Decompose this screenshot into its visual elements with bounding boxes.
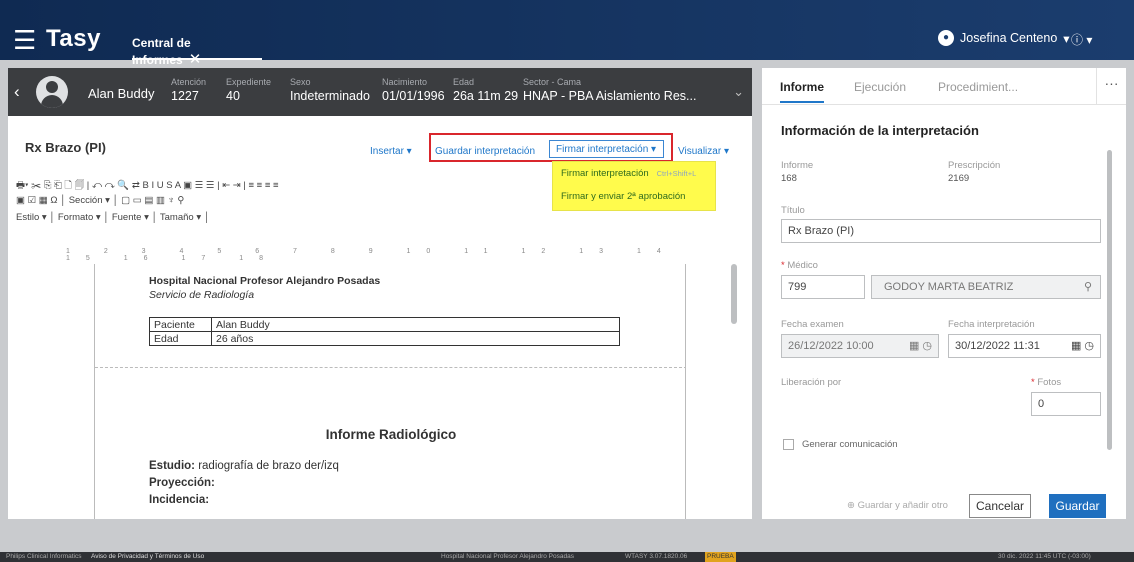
tab-central-de-informes[interactable]: Central de Informes ✕: [124, 22, 262, 68]
document-page[interactable]: Hospital Nacional Profesor Alejandro Pos…: [94, 264, 686, 519]
right-tabs: Informe Ejecución Procedimient... ···: [762, 68, 1126, 105]
informe-value: 168: [781, 173, 797, 184]
save-button[interactable]: Guardar: [1049, 494, 1106, 518]
scrollbar[interactable]: [1107, 150, 1112, 450]
fotos-label: * Fotos: [1031, 377, 1062, 388]
patient-bar: ‹ Alan Buddy Atención 1227 Expediente 40 S…: [8, 68, 752, 116]
footer-company: Philips Clinical Informatics: [6, 553, 82, 560]
footer: Philips Clinical Informatics Aviso de Pr…: [0, 552, 1134, 562]
menu-item-firmar-enviar[interactable]: Firmar y enviar 2ª aprobación: [561, 191, 707, 202]
top-bar: ☰ Tasy Central de Informes ✕ ● Josefina Ce…: [0, 0, 1134, 68]
fecha-interpretacion-label: Fecha interpretación: [948, 319, 1035, 330]
field-sexo: Sexo Indeterminado: [290, 77, 370, 103]
field-nacimiento: Nacimiento 01/01/1996: [382, 77, 445, 103]
patient-name: Alan Buddy: [88, 86, 155, 101]
fotos-input[interactable]: 0: [1031, 392, 1101, 416]
generar-comunicacion-checkbox[interactable]: [783, 439, 794, 450]
search-icon[interactable]: ⚲: [1084, 280, 1092, 293]
field-sector-cama: Sector - Cama HNAP - PBA Aislamiento Res.…: [523, 77, 697, 103]
hospital-name: Hospital Nacional Profesor Alejandro Pos…: [149, 275, 381, 287]
field-expediente: Expediente 40: [226, 77, 272, 103]
titulo-input[interactable]: Rx Brazo (PI): [781, 219, 1101, 243]
table-row: Paciente Alan Buddy: [149, 317, 620, 332]
divider: [95, 367, 685, 368]
table-row: Edad 26 años: [149, 331, 620, 346]
field-atencion: Atención 1227: [171, 77, 207, 103]
calendar-clock-icon: ▦ ◷: [908, 340, 932, 352]
right-panel: Informe Ejecución Procedimient... ··· In…: [762, 68, 1126, 519]
avatar: [36, 76, 68, 108]
toolbar-row-3[interactable]: Estilo ▾ │ Formato ▾ │ Fuente ▾ │ Tamaño…: [16, 212, 279, 226]
scrollbar[interactable]: [731, 264, 737, 324]
medico-name-field: GODOY MARTA BEATRIZ ⚲: [871, 275, 1101, 299]
more-icon[interactable]: ···: [1096, 68, 1126, 105]
user-menu[interactable]: ● Josefina Centeno ▾: [938, 30, 1070, 46]
report-heading: Informe Radiológico: [325, 427, 457, 442]
toolbar-row-1[interactable]: 🖶▾ ✂ ⎘ ⎗ 🗋 🗐 | ↶ ↷ 🔍 ⇄ B I U S A ▣ ☰ ☰ |…: [16, 178, 279, 192]
chevron-down-icon: ▾: [1063, 31, 1070, 46]
fecha-examen-label: Fecha examen: [781, 319, 844, 330]
medico-code-input[interactable]: 799: [781, 275, 865, 299]
section-title: Información de la interpretación: [781, 123, 979, 138]
report-body: Estudio: radiografía de brazo der/izq Pr…: [149, 460, 339, 506]
info-icon[interactable]: ⓘ ▾: [1071, 31, 1092, 48]
hamburger-menu-icon[interactable]: ☰: [13, 27, 36, 53]
menu-item-firmar[interactable]: Firmar interpretación Ctrl+Shift+L: [561, 168, 707, 179]
fecha-examen-input: 26/12/2022 10:00 ▦ ◷: [781, 334, 939, 358]
back-icon[interactable]: ‹: [14, 82, 20, 102]
fecha-interpretacion-input[interactable]: 30/12/2022 11:31 ▦ ◷: [948, 334, 1101, 358]
tab-procedimiento[interactable]: Procedimient...: [938, 80, 1018, 94]
medico-label: * Médico: [781, 260, 818, 271]
prescripcion-value: 2169: [948, 173, 970, 184]
tab-informe[interactable]: Informe: [780, 80, 825, 103]
tab-ejecucion[interactable]: Ejecución: [854, 80, 906, 94]
close-tab-icon[interactable]: ✕: [189, 51, 202, 68]
privacy-link[interactable]: Aviso de Privacidad y Términos de Uso: [91, 552, 204, 562]
footer-version: WTASY 3.07.1820.06: [625, 553, 688, 560]
expand-icon[interactable]: ⌄: [733, 84, 744, 100]
user-name: Josefina Centeno: [960, 31, 1058, 45]
field-edad: Edad 26a 11m 29: [453, 77, 519, 103]
report-title: Rx Brazo (PI): [25, 140, 106, 155]
titulo-label: Título: [781, 205, 805, 216]
guardar-interpretacion-button[interactable]: Guardar interpretación: [435, 146, 535, 157]
liberacion-label: Liberación por: [781, 377, 842, 388]
generar-comunicacion-label: Generar comunicación: [802, 439, 898, 450]
calendar-clock-icon: ▦ ◷: [1070, 340, 1094, 352]
informe-label: Informe: [781, 160, 814, 171]
app-logo: Tasy: [46, 25, 101, 52]
guardar-anadir-button[interactable]: ⊕ Guardar y añadir otro: [847, 500, 948, 511]
footer-datetime: 30 dic. 2022 11:45 UTC (-03:00): [998, 553, 1091, 560]
firmar-interpretacion-button[interactable]: Firmar interpretación ▾: [549, 140, 664, 158]
editor-panel: Rx Brazo (PI) Insertar ▾ Guardar interpr…: [8, 116, 752, 519]
environment-badge: PRUEBA: [705, 552, 736, 562]
prescripcion-label: Prescripción: [948, 160, 1001, 171]
user-icon: ●: [938, 30, 954, 46]
toolbar-row-2[interactable]: ▣ ☑ ▦ Ω │ Sección ▾ │ ▢ ▭ ▤ ▥ ♆ ⚲: [16, 195, 279, 209]
insertar-button[interactable]: Insertar ▾: [370, 146, 412, 157]
tab-label: Central de Informes: [132, 36, 191, 67]
ruler: 1 2 3 4 5 6 7 8 9 10 11 12 13 14 15 16 1…: [66, 248, 677, 262]
visualizar-button[interactable]: Visualizar ▾: [678, 146, 729, 157]
footer-hospital: Hospital Nacional Profesor Alejandro Pos…: [441, 553, 574, 560]
cancel-button[interactable]: Cancelar: [969, 494, 1031, 518]
format-toolbar[interactable]: 🖶▾ ✂ ⎘ ⎗ 🗋 🗐 | ↶ ↷ 🔍 ⇄ B I U S A ▣ ☰ ☰ |…: [16, 178, 279, 229]
service-name: Servicio de Radiología: [149, 289, 255, 301]
patient-table: Paciente Alan Buddy Edad 26 años: [149, 317, 620, 346]
firmar-dropdown: Firmar interpretación Ctrl+Shift+L Firmar…: [552, 161, 716, 211]
